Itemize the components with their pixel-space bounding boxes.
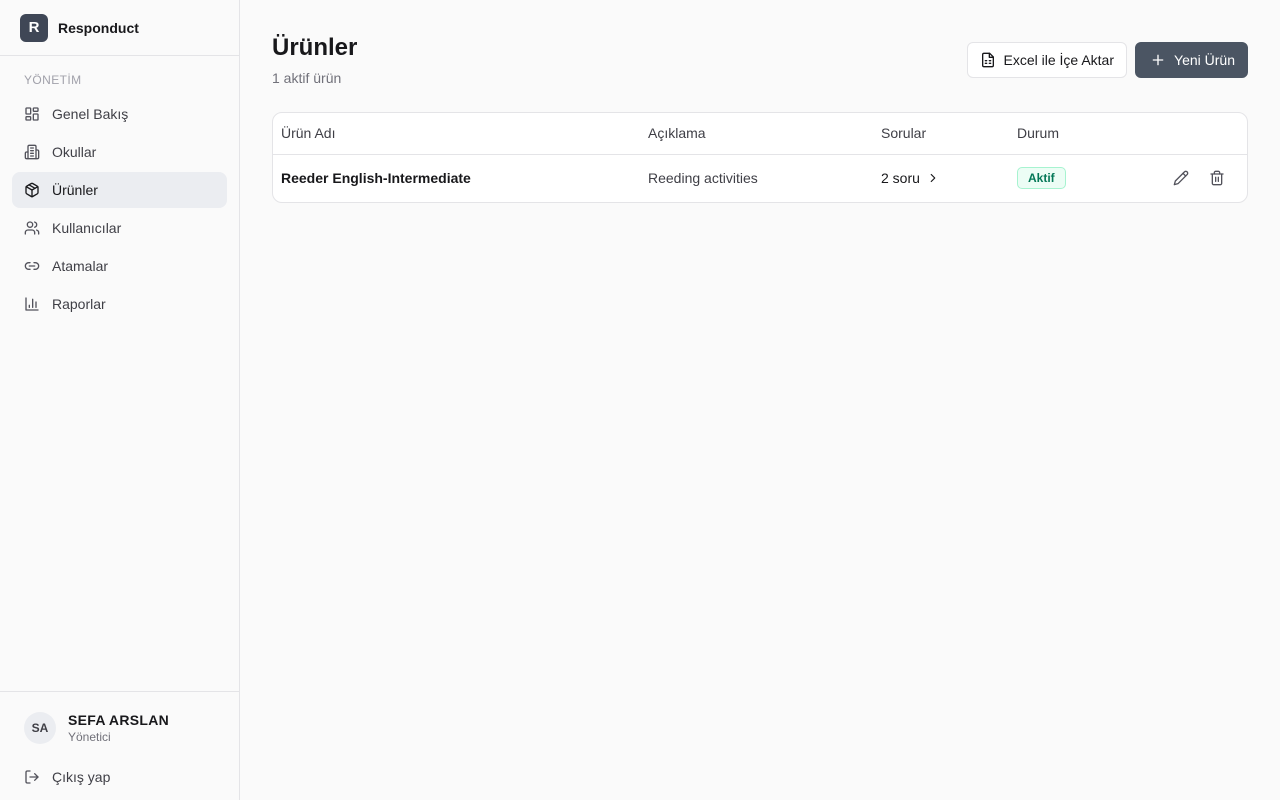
import-excel-label: Excel ile İçe Aktar xyxy=(1003,52,1115,68)
plus-icon xyxy=(1152,54,1164,66)
user-role: Yönetici xyxy=(68,730,111,744)
sidebar-item-genel-bakis[interactable]: Genel Bakış xyxy=(12,96,227,132)
sidebar-item-urunler[interactable]: Ürünler xyxy=(12,172,227,208)
user-block: SA SEFA ARSLAN Yönetici Çıkış yap xyxy=(0,691,239,800)
column-header-questions: Sorular xyxy=(873,113,1009,155)
sidebar-item-label: Raporlar xyxy=(52,296,106,312)
product-status-cell: Aktif xyxy=(1009,154,1159,202)
column-header-description: Açıklama xyxy=(640,113,873,155)
product-description: Reeding activities xyxy=(648,170,758,187)
package-icon xyxy=(24,182,40,198)
questions-count: 2 soru xyxy=(881,170,920,187)
new-product-label: Yeni Ürün xyxy=(1174,52,1235,68)
users-icon xyxy=(24,220,40,236)
sidebar-item-label: Okullar xyxy=(52,144,97,160)
sidebar-item-label: Kullanıcılar xyxy=(52,220,122,236)
column-header-status: Durum xyxy=(1009,113,1159,155)
sidebar-item-label: Genel Bakış xyxy=(52,106,129,122)
chevron-right-icon xyxy=(930,174,936,183)
column-header-name: Ürün Adı xyxy=(273,113,640,155)
delete-button[interactable] xyxy=(1203,164,1231,192)
table-row: Reeder English-Intermediate Reeding acti… xyxy=(273,154,1247,202)
edit-button[interactable] xyxy=(1167,164,1195,192)
trash-icon xyxy=(1210,170,1224,186)
sidebar-item-atamalar[interactable]: Atamalar xyxy=(12,248,227,284)
logout-label: Çıkış yap xyxy=(52,769,111,785)
sidebar-item-label: Atamalar xyxy=(52,258,109,274)
import-excel-button[interactable]: Excel ile İçe Aktar xyxy=(966,42,1128,78)
questions-link[interactable]: 2 soru xyxy=(881,170,940,186)
page-header: Ürünler 1 aktif ürün Excel ile İçe Aktar… xyxy=(272,0,1248,112)
product-name: Reeder English-Intermediate xyxy=(281,170,471,187)
dashboard-icon xyxy=(24,106,40,122)
bar-chart-icon xyxy=(24,296,40,312)
new-product-button[interactable]: Yeni Ürün xyxy=(1135,42,1248,78)
pencil-icon xyxy=(1173,170,1189,186)
sidebar-item-raporlar[interactable]: Raporlar xyxy=(12,286,227,322)
brand-logo: R xyxy=(20,13,48,42)
page-title: Ürünler xyxy=(272,34,358,61)
table-header-row: Ürün Adı Açıklama Sorular Durum xyxy=(273,113,1247,155)
logout-button[interactable]: Çıkış yap xyxy=(0,754,239,800)
status-badge: Aktif xyxy=(1017,167,1066,190)
products-table: Ürün Adı Açıklama Sorular Durum Reeder E… xyxy=(273,113,1247,202)
sidebar-item-label: Ürünler xyxy=(52,182,98,198)
sidebar-item-kullanicilar[interactable]: Kullanıcılar xyxy=(12,210,227,246)
main-content: Ürünler 1 aktif ürün Excel ile İçe Aktar… xyxy=(272,0,1248,203)
sidebar: R Responduct YÖNETİM Genel Bakış Okullar… xyxy=(0,0,240,800)
nav-section-label: YÖNETİM xyxy=(24,73,82,87)
avatar: SA xyxy=(24,712,56,744)
brand[interactable]: R Responduct xyxy=(0,0,239,56)
file-spreadsheet-icon xyxy=(981,52,994,68)
page-subtitle: 1 aktif ürün xyxy=(272,70,342,86)
sidebar-nav: Genel Bakış Okullar Ürünler Kullanıcılar… xyxy=(0,96,239,322)
row-actions-cell xyxy=(1159,154,1247,202)
link-icon xyxy=(24,258,40,274)
sidebar-item-okullar[interactable]: Okullar xyxy=(12,134,227,170)
column-header-actions xyxy=(1159,113,1247,155)
user-name: SEFA ARSLAN xyxy=(68,712,170,728)
products-table-card: Ürün Adı Açıklama Sorular Durum Reeder E… xyxy=(272,112,1248,203)
header-actions: Excel ile İçe Aktar Yeni Ürün xyxy=(966,42,1248,78)
brand-name: Responduct xyxy=(58,19,139,36)
user-profile[interactable]: SA SEFA ARSLAN Yönetici xyxy=(0,692,239,754)
product-questions-cell: 2 soru xyxy=(873,154,1009,202)
school-icon xyxy=(24,144,40,160)
logout-icon xyxy=(25,770,39,784)
